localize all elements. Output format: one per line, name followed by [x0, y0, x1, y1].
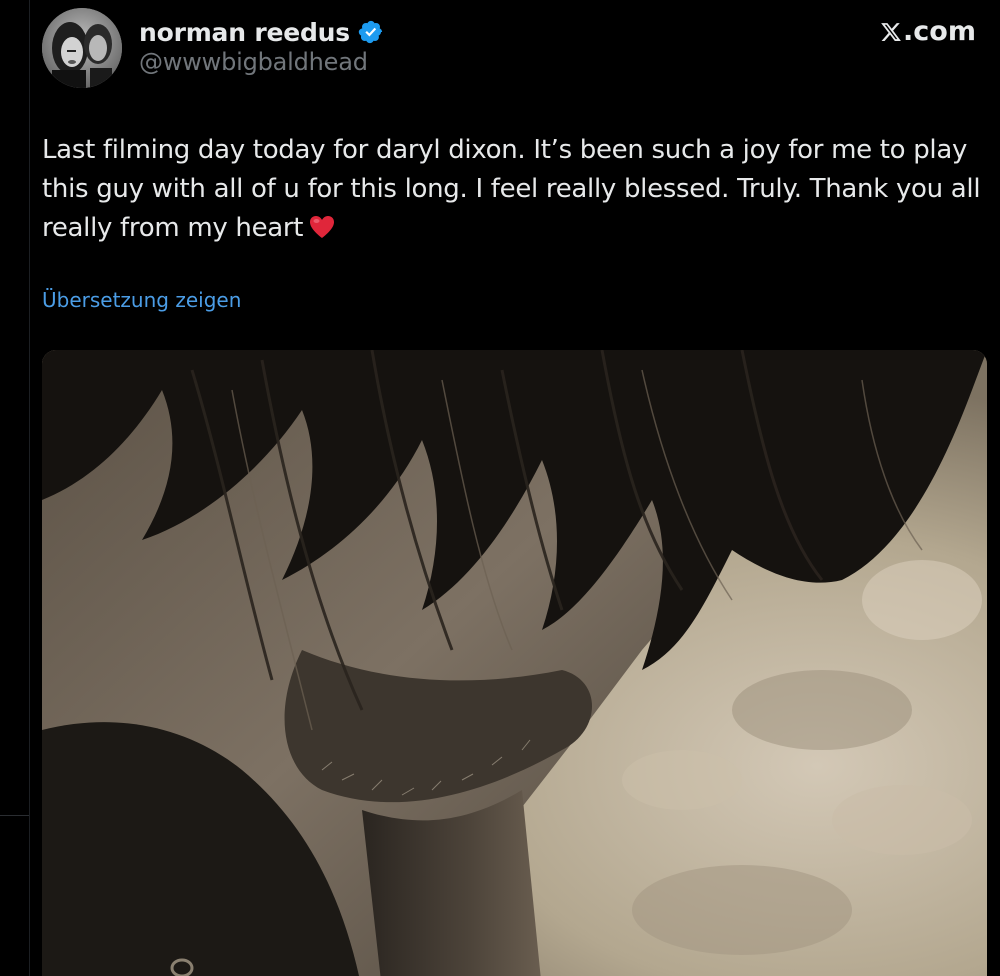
- tweet-body: Last filming day today for daryl dixon. …: [42, 135, 981, 243]
- tweet-media-photo[interactable]: [42, 350, 987, 976]
- display-name[interactable]: norman reedus: [139, 18, 350, 47]
- x-logo-icon: [880, 20, 902, 44]
- show-translation-link[interactable]: Übersetzung zeigen: [42, 288, 241, 312]
- tweet-screenshot: norman reedus @wwwbigbaldhead .com Last …: [0, 0, 1000, 976]
- photo-image: [42, 350, 987, 976]
- heart-icon: [309, 212, 335, 238]
- author-handle[interactable]: @wwwbigbaldhead: [139, 48, 368, 76]
- x-brand: .com: [880, 16, 976, 47]
- avatar-photo: [42, 8, 122, 88]
- timeline-divider: [29, 0, 30, 976]
- brand-label: .com: [903, 16, 976, 47]
- author-name-row[interactable]: norman reedus: [139, 15, 384, 49]
- timeline-divider-tick: [0, 815, 29, 816]
- verified-badge-icon: [358, 19, 384, 45]
- avatar[interactable]: [42, 8, 122, 88]
- tweet-text: Last filming day today for daryl dixon. …: [42, 131, 987, 248]
